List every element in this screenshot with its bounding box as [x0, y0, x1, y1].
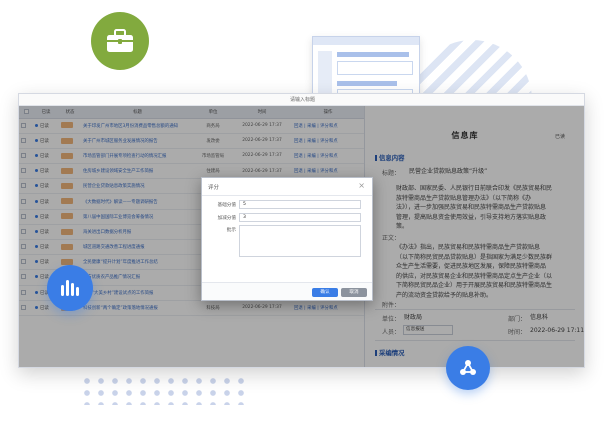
score-dialog: 评分 × 基础分值 5 加减分值 3 批示 确认 取消	[201, 177, 373, 301]
close-icon[interactable]: ×	[358, 181, 365, 191]
briefcase-icon	[91, 12, 149, 70]
basic-score-input[interactable]: 5	[239, 200, 361, 209]
comment-label: 批示	[226, 228, 236, 233]
cancel-button[interactable]: 取消	[341, 288, 367, 297]
decorative-dot-grid	[80, 375, 250, 405]
comment-textarea[interactable]	[239, 225, 361, 257]
dialog-header: 评分 ×	[202, 178, 372, 196]
bar-chart-icon	[47, 265, 93, 311]
share-icon	[446, 346, 490, 390]
dialog-title: 评分	[208, 185, 220, 191]
confirm-button[interactable]: 确认	[312, 288, 338, 297]
extra-score-label: 加减分值	[217, 216, 236, 221]
extra-score-input[interactable]: 3	[239, 213, 361, 222]
dialog-footer: 确认 取消	[202, 282, 372, 300]
basic-score-label: 基础分值	[217, 203, 236, 208]
window-title: 请输入标题	[19, 94, 584, 106]
